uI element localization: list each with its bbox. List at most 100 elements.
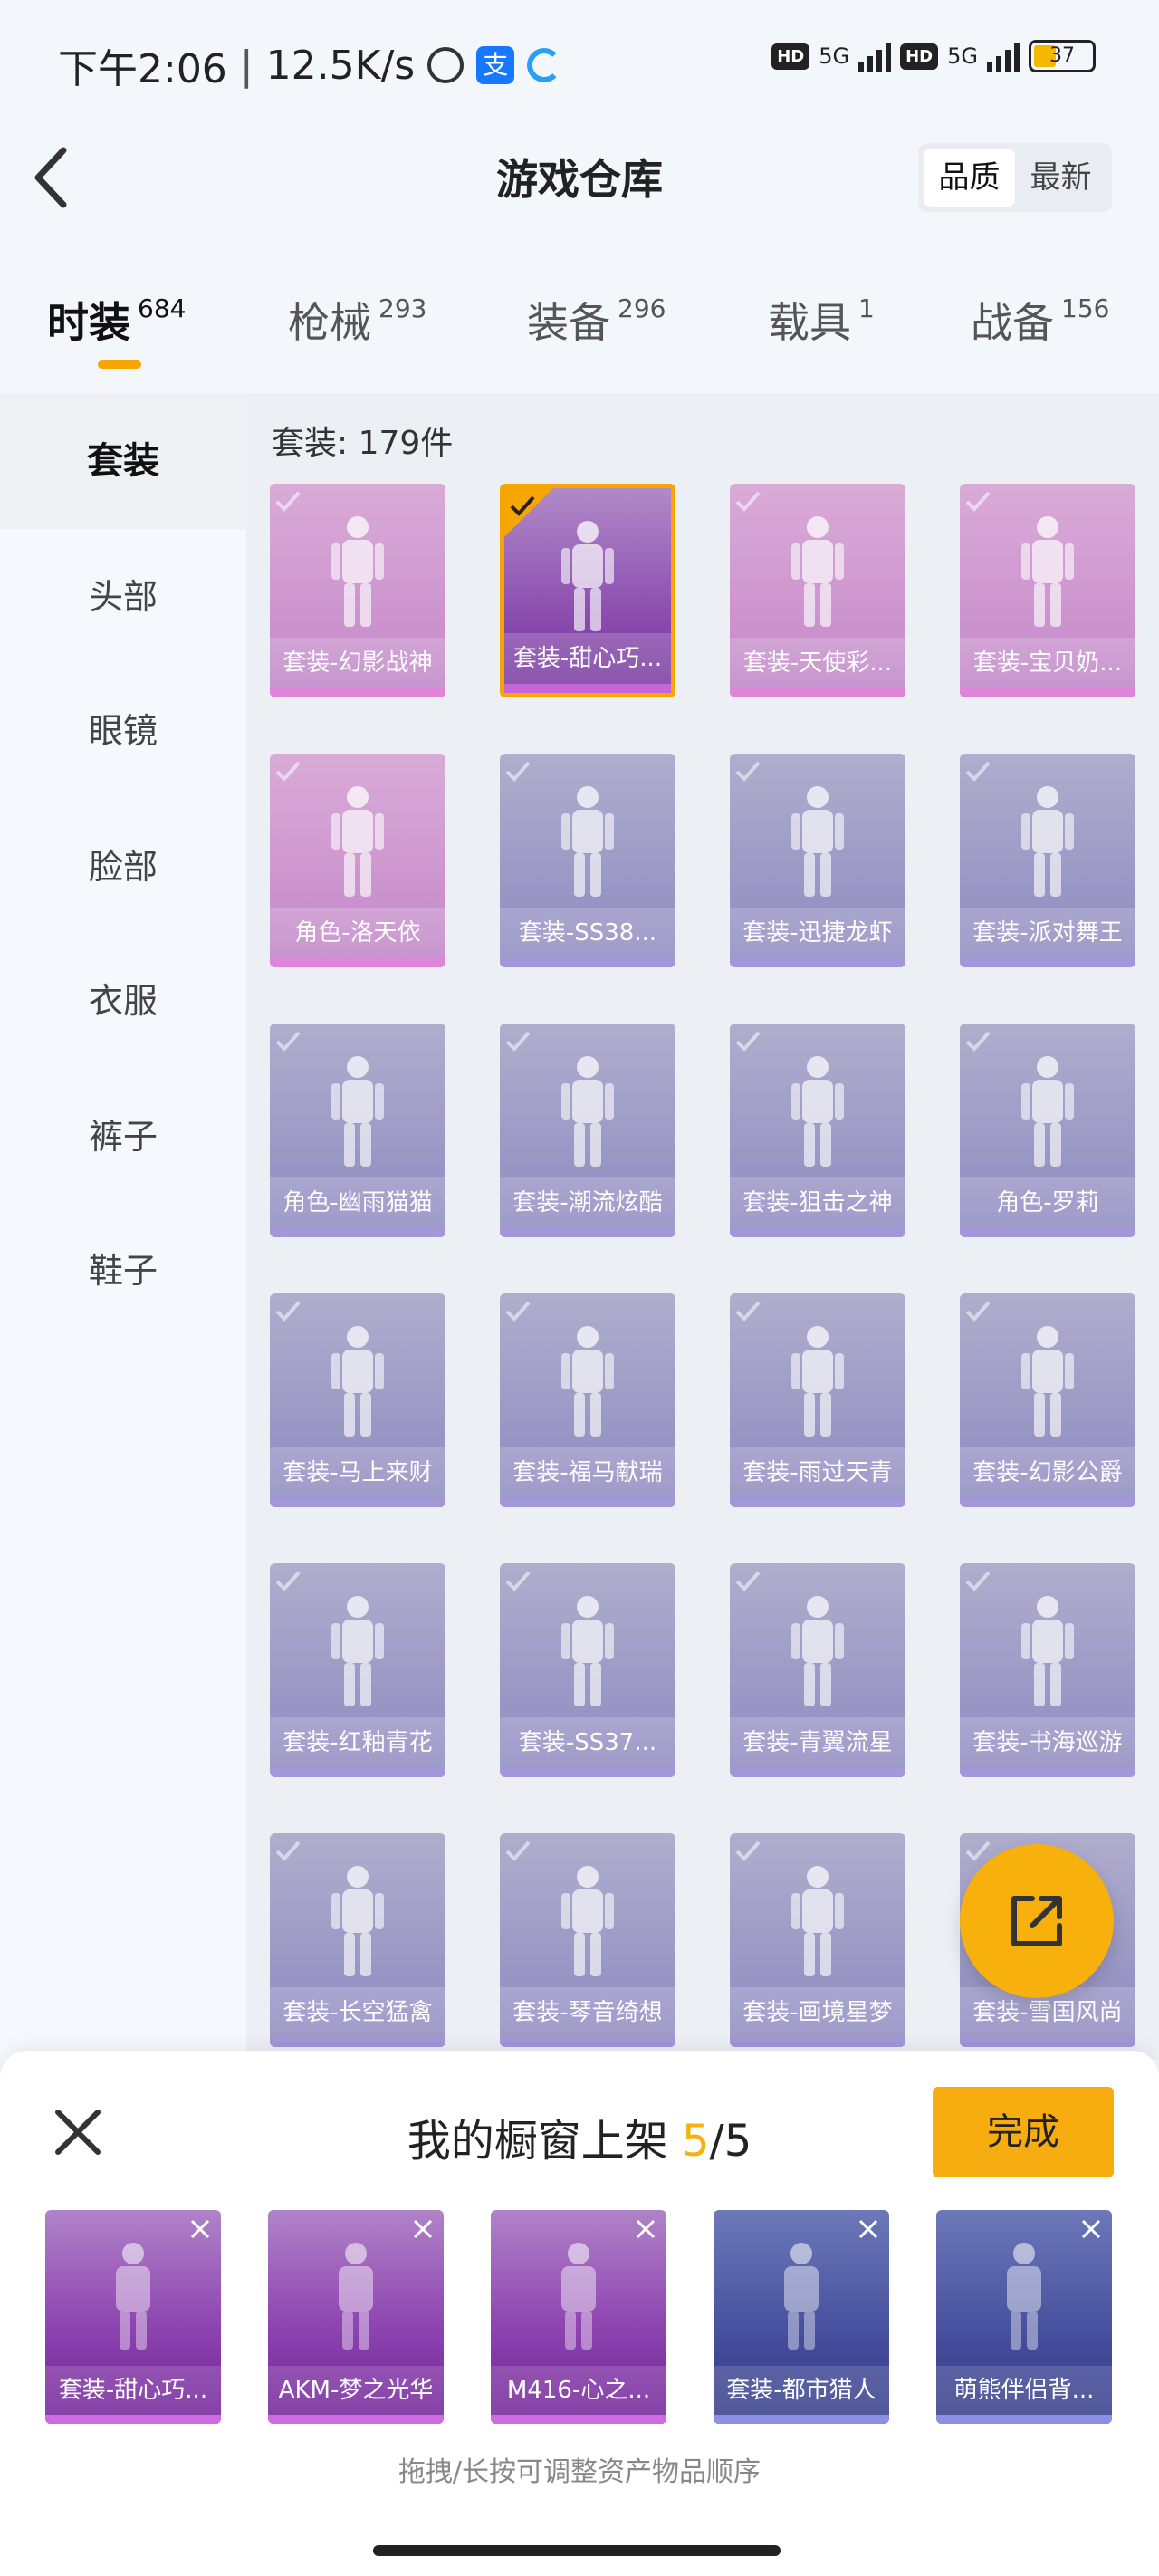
item-label: 套装-甜心巧...: [504, 633, 671, 684]
item-card[interactable]: 套装-琴音绮想: [500, 1833, 675, 2047]
item-card[interactable]: 套装-宝贝奶...: [960, 484, 1135, 697]
item-card[interactable]: 套装-红釉青花: [270, 1563, 445, 1777]
rarity-bar: [504, 684, 671, 693]
showcase-slot[interactable]: AKM-梦之光华: [268, 2210, 444, 2424]
tab-equipment[interactable]: 装备 296: [527, 290, 666, 350]
sidebar-item-pants[interactable]: 裤子: [0, 1069, 246, 1205]
outfit-figure-icon: [561, 1596, 614, 1706]
item-card[interactable]: 套装-青翼流星: [730, 1563, 905, 1777]
sidebar-item-glasses[interactable]: 眼镜: [0, 663, 246, 799]
rarity-bar: [270, 958, 445, 967]
item-label: 套装-迅捷龙虾: [730, 908, 905, 958]
item-label: 套装-SS38...: [500, 908, 675, 958]
showcase-sheet: 我的橱窗上架 5/5 完成 套装-甜心巧... AKM-梦之光华 M416-心之..…: [0, 2051, 1159, 2576]
outfit-figure-icon: [561, 1866, 614, 1976]
slot-label: AKM-梦之光华: [268, 2366, 444, 2415]
sidebar-item-head[interactable]: 头部: [0, 529, 246, 665]
showcase-current: 5: [682, 2116, 710, 2167]
item-card[interactable]: 套装-马上来财: [270, 1293, 445, 1507]
item-card[interactable]: 角色-洛天依: [270, 754, 445, 967]
status-right: HD 5G HD 5G 37: [771, 40, 1096, 72]
showcase-slot[interactable]: M416-心之...: [491, 2210, 666, 2424]
tab-count: 293: [378, 293, 427, 323]
item-card[interactable]: 套装-长空猛禽: [270, 1833, 445, 2047]
tab-guns[interactable]: 枪械 293: [288, 290, 426, 350]
item-card[interactable]: 套装-福马献瑞: [500, 1293, 675, 1507]
hd-badge: HD: [771, 43, 810, 70]
item-card[interactable]: 套装-幻影战神: [270, 484, 445, 697]
item-card[interactable]: 套装-迅捷龙虾: [730, 754, 905, 967]
item-card[interactable]: 套装-甜心巧...: [500, 484, 675, 697]
item-label: 套装-马上来财: [270, 1447, 445, 1498]
item-card[interactable]: 套装-天使彩...: [730, 484, 905, 697]
checkmark-icon: [275, 491, 301, 512]
showcase-slot[interactable]: 套装-甜心巧...: [45, 2210, 221, 2424]
item-card[interactable]: 套装-潮流炫酷: [500, 1024, 675, 1237]
checkmark-icon: [505, 1031, 531, 1052]
item-label: 套装-红釉青花: [270, 1717, 445, 1768]
outfit-figure-icon: [791, 516, 844, 627]
rarity-bar: [500, 958, 675, 967]
sort-newest[interactable]: 最新: [1015, 149, 1106, 207]
outfit-figure-icon: [331, 1326, 384, 1437]
sidebar-item-clothes[interactable]: 衣服: [0, 933, 246, 1069]
rarity-bar: [960, 688, 1135, 697]
item-label: 套装-潮流炫酷: [500, 1177, 675, 1228]
showcase-separator: /: [709, 2116, 724, 2167]
showcase-slot[interactable]: 套装-都市猎人: [714, 2210, 889, 2424]
tab-count: 296: [618, 293, 666, 323]
item-card[interactable]: 套装-画境星梦: [730, 1833, 905, 2047]
sort-toggle: 品质 最新: [918, 143, 1112, 212]
checkmark-icon: [965, 491, 991, 512]
item-card[interactable]: 套装-SS37...: [500, 1563, 675, 1777]
item-card[interactable]: 套装-派对舞王: [960, 754, 1135, 967]
tab-count: 156: [1061, 293, 1110, 323]
tab-vehicles[interactable]: 载具 1: [768, 290, 875, 350]
item-card[interactable]: 套装-SS38...: [500, 754, 675, 967]
rarity-bar: [730, 1228, 905, 1237]
done-button[interactable]: 完成: [933, 2087, 1114, 2177]
outfit-figure-icon: [791, 1326, 844, 1437]
rarity-bar: [45, 2415, 221, 2424]
battery-level: 37: [1049, 44, 1075, 67]
item-card[interactable]: 套装-幻影公爵: [960, 1293, 1135, 1507]
remove-icon[interactable]: [1078, 2216, 1105, 2243]
checkmark-icon: [275, 1571, 301, 1591]
checkmark-icon: [735, 761, 761, 782]
remove-icon[interactable]: [855, 2216, 882, 2243]
remove-icon[interactable]: [632, 2216, 659, 2243]
slot-label: 萌熊伴侣背...: [936, 2366, 1112, 2415]
checkmark-icon: [275, 1841, 301, 1861]
rarity-bar: [730, 958, 905, 967]
tab-label: 战备: [971, 298, 1054, 347]
sidebar-item-face[interactable]: 脸部: [0, 799, 246, 935]
sort-quality[interactable]: 品质: [924, 149, 1015, 207]
sidebar-item-suit[interactable]: 套装: [0, 393, 246, 529]
remove-icon[interactable]: [187, 2216, 214, 2243]
outfit-figure-icon: [791, 1596, 844, 1706]
item-card[interactable]: 角色-幽雨猫猫: [270, 1024, 445, 1237]
item-card[interactable]: 角色-罗莉: [960, 1024, 1135, 1237]
item-grid: 套装: 179件 套装-幻影战神 套装-甜心巧... 套装-天使彩... 套装-宝贝奶…: [246, 393, 1159, 2060]
checkmark-icon: [735, 1031, 761, 1052]
outfit-figure-icon: [1021, 1326, 1074, 1437]
item-card[interactable]: 套装-狙击之神: [730, 1024, 905, 1237]
item-thumbnail-icon: [339, 2243, 373, 2350]
rarity-bar: [730, 2038, 905, 2047]
item-card[interactable]: 套装-书海巡游: [960, 1563, 1135, 1777]
item-card[interactable]: 套装-雨过天青: [730, 1293, 905, 1507]
tab-supplies[interactable]: 战备 156: [971, 290, 1109, 350]
tab-fashion[interactable]: 时装 684: [47, 290, 186, 350]
remove-icon[interactable]: [409, 2216, 436, 2243]
share-button[interactable]: [960, 1844, 1114, 1998]
checkmark-icon: [510, 495, 535, 516]
rarity-bar: [960, 1768, 1135, 1777]
sidebar-item-shoes[interactable]: 鞋子: [0, 1203, 246, 1339]
checkmark-icon: [275, 1301, 301, 1322]
outfit-figure-icon: [1021, 1056, 1074, 1167]
showcase-slot[interactable]: 萌熊伴侣背...: [936, 2210, 1112, 2424]
rarity-bar: [730, 1498, 905, 1507]
status-time: 下午2:06: [58, 46, 227, 92]
item-label: 角色-罗莉: [960, 1177, 1135, 1228]
rarity-bar: [500, 1768, 675, 1777]
